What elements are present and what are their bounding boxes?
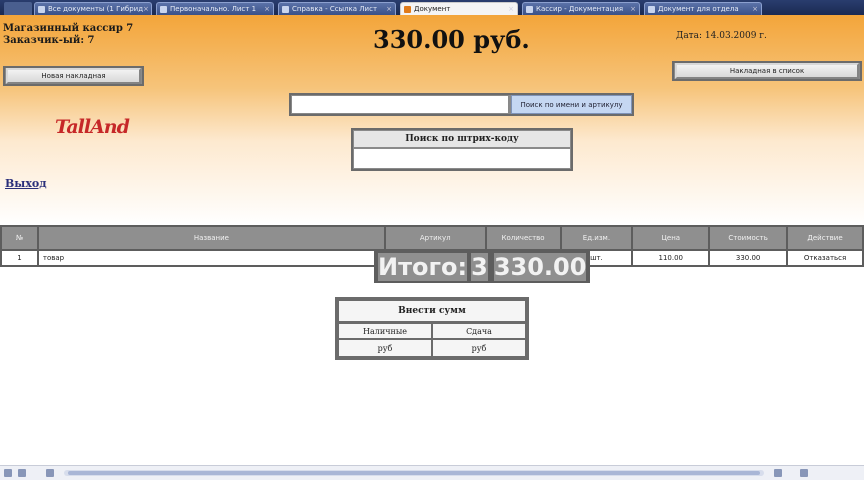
browser-tab-5[interactable]: Кассир - Документация × <box>522 2 640 15</box>
browser-tab-label: Все документы (1 Гибрид <box>48 5 144 13</box>
row-number: 1 <box>0 249 39 267</box>
cashier-line-1: Магазинный кассир 7 <box>3 23 134 34</box>
item-name: товар <box>36 249 386 267</box>
browser-tab-label: Справка - Ссылка Лист <box>292 5 378 13</box>
status-bar <box>0 465 864 480</box>
settings-icon[interactable] <box>800 469 808 477</box>
exit-link[interactable]: Выход <box>5 177 47 190</box>
close-icon[interactable]: × <box>143 5 149 13</box>
browser-tab-label: Документ для отдела <box>658 5 739 13</box>
page-icon <box>282 5 289 13</box>
column-header: Артикул <box>383 225 487 251</box>
page-icon <box>648 5 655 13</box>
browser-tab-label: Документ <box>414 5 451 13</box>
table-total-row: Итого: 3 330.00 <box>374 251 591 283</box>
item-cost: 330.00 <box>708 249 789 267</box>
back-icon[interactable] <box>4 469 12 477</box>
new-sale-button[interactable]: Новая накладная <box>6 68 141 84</box>
table-header-row: № Название Артикул Количество Ед.изм. Це… <box>0 225 864 251</box>
scrollbar-thumb[interactable] <box>68 471 760 475</box>
browser-tab-6[interactable]: Документ для отдела × <box>644 2 762 15</box>
company-logo: TallAnd <box>55 116 130 138</box>
total-empty-cell <box>586 251 591 283</box>
barcode-input[interactable] <box>354 149 570 168</box>
total-label: Итого: <box>375 251 470 283</box>
total-quantity: 3 <box>469 251 490 283</box>
cash-label: Наличные <box>339 324 431 338</box>
zoom-icon[interactable] <box>774 469 782 477</box>
page-icon <box>160 5 167 13</box>
close-icon[interactable]: × <box>508 5 514 13</box>
cash-input[interactable]: руб <box>339 340 431 356</box>
column-header: Цена <box>631 225 711 251</box>
barcode-title: Поиск по штрих-коду <box>354 131 570 147</box>
page-icon <box>404 5 411 13</box>
close-icon[interactable]: × <box>386 5 392 13</box>
item-action-link[interactable]: Отказаться <box>786 249 864 267</box>
page-icon <box>46 469 54 477</box>
page-icon <box>38 5 45 13</box>
total-cost: 330.00 <box>491 251 589 283</box>
column-header: Стоимость <box>708 225 789 251</box>
column-header: № <box>0 225 39 251</box>
column-header: Количество <box>484 225 562 251</box>
column-header: Ед.изм. <box>559 225 634 251</box>
payment-box-title: Внести сумм <box>339 301 525 321</box>
return-to-list-button[interactable]: Накладная в список <box>675 63 859 79</box>
item-price: 110.00 <box>631 249 711 267</box>
column-header: Действие <box>786 225 864 251</box>
cashier-info: Магазинный кассир 7 Заказчик-ый: 7 <box>3 23 133 47</box>
browser-tab-label: Кассир - Документация <box>536 5 624 13</box>
close-icon[interactable]: × <box>264 5 270 13</box>
browser-tab-1[interactable]: Все документы (1 Гибрид × <box>34 2 152 15</box>
page-icon <box>526 5 533 13</box>
change-value: руб <box>433 340 525 356</box>
payment-box: Внести сумм Наличные Сдача руб руб <box>335 297 529 360</box>
column-header: Название <box>36 225 386 251</box>
close-icon[interactable]: × <box>752 5 758 13</box>
forward-icon[interactable] <box>18 469 26 477</box>
browser-tab-2[interactable]: Первоначально. Лист 1 × <box>156 2 274 15</box>
browser-tab-4[interactable]: Документ × <box>400 2 518 15</box>
date-label: Дата: 14.03.2009 г. <box>676 31 767 41</box>
search-input[interactable] <box>291 95 509 114</box>
browser-tab-label: Первоначально. Лист 1 <box>170 5 257 13</box>
close-icon[interactable]: × <box>630 5 636 13</box>
browser-tab-3[interactable]: Справка - Ссылка Лист × <box>278 2 396 15</box>
tab-list-button[interactable] <box>4 2 32 15</box>
items-table: № Название Артикул Количество Ед.изм. Це… <box>0 225 864 283</box>
cashier-line-2: Заказчик-ый: 7 <box>3 35 95 46</box>
search-button[interactable]: Поиск по имени и артикулу <box>511 95 632 114</box>
total-amount: 330.00 руб. <box>373 25 530 54</box>
browser-tab-strip: Все документы (1 Гибрид × Первоначально.… <box>0 0 864 15</box>
change-label: Сдача <box>433 324 525 338</box>
